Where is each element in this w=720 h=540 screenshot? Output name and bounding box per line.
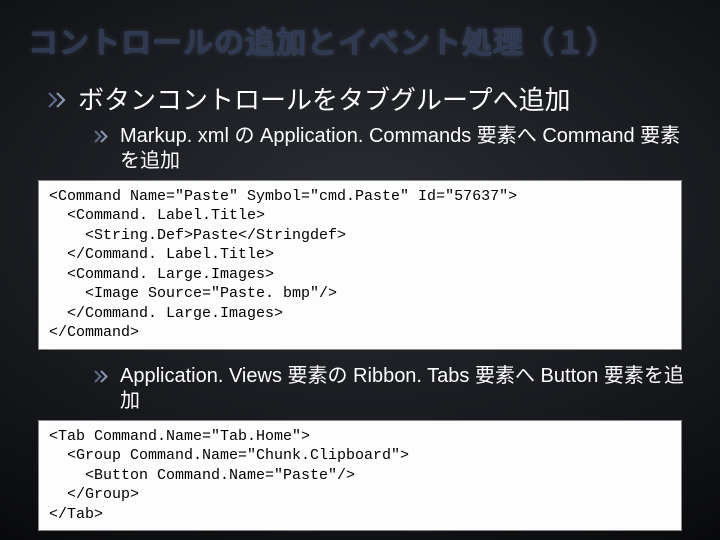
bullet-level2: Application. Views 要素の Ribbon. Tabs 要素へ … (94, 364, 700, 414)
bullet1-sub-text: Markup. xml の Application. Commands 要素へ … (120, 124, 700, 174)
slide-container: コントロールの追加とイベント処理（１） ボタンコントロールをタブグループへ追加 … (0, 0, 720, 540)
code-block-1: <Command Name="Paste" Symbol="cmd.Paste"… (38, 180, 682, 350)
chevron-right-icon (94, 370, 110, 383)
bullet1-text: ボタンコントロールをタブグループへ追加 (78, 84, 570, 118)
chevron-right-icon (94, 130, 110, 143)
slide-title: コントロールの追加とイベント処理（１） (28, 18, 700, 62)
bullet2-text: Application. Views 要素の Ribbon. Tabs 要素へ … (120, 364, 700, 414)
bullet-level1: ボタンコントロールをタブグループへ追加 (48, 84, 700, 118)
code-block-2: <Tab Command.Name="Tab.Home"> <Group Com… (38, 420, 682, 532)
bullet-level2: Markup. xml の Application. Commands 要素へ … (94, 124, 700, 174)
chevron-right-icon (48, 92, 68, 108)
